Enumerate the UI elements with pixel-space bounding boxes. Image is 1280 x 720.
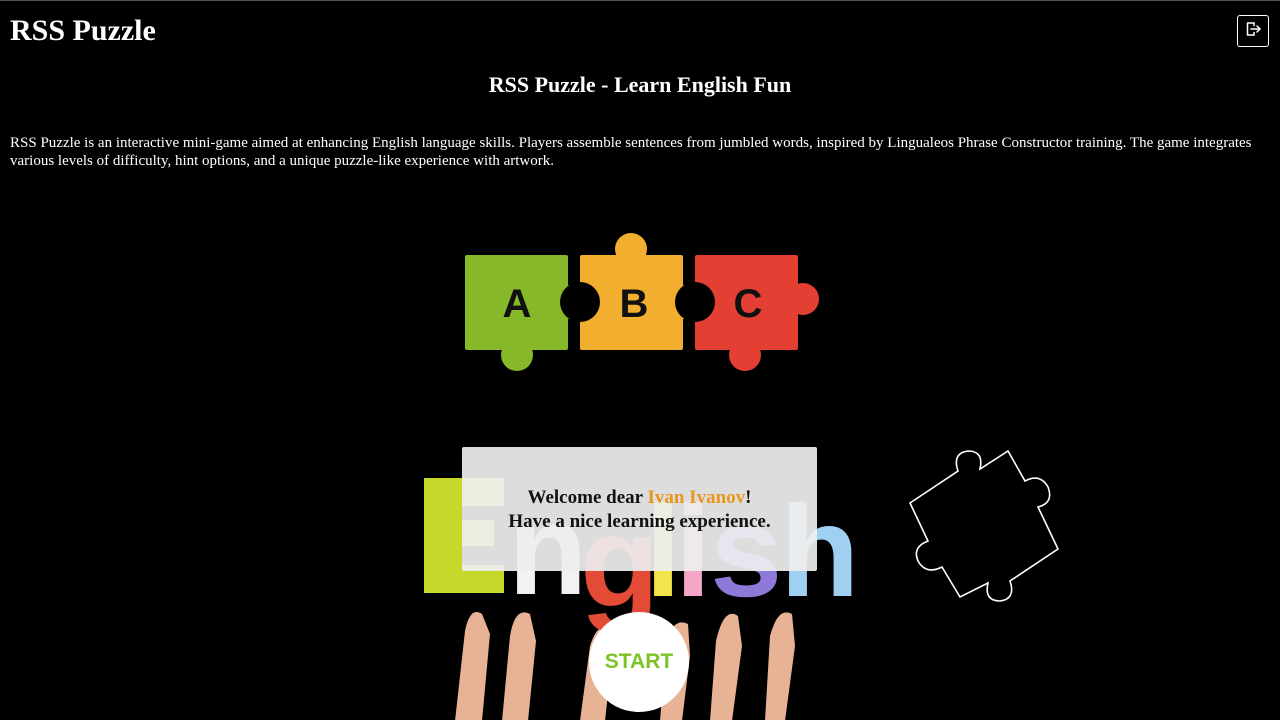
welcome-message: Have a nice learning experience. — [508, 511, 771, 532]
abc-puzzle-logo: A B C — [463, 231, 823, 381]
welcome-greeting: Welcome dear — [527, 487, 648, 508]
app-title: RSS Puzzle — [10, 14, 156, 47]
puzzle-piece-c: C — [675, 255, 819, 371]
welcome-line: Welcome dear Ivan Ivanov! — [462, 486, 817, 510]
logout-icon — [1244, 20, 1262, 43]
puzzle-letter-b: B — [620, 282, 649, 326]
game-description: RSS Puzzle is an interactive mini-game a… — [10, 135, 1252, 169]
start-button[interactable]: START — [589, 612, 689, 712]
welcome-exclamation: ! — [745, 487, 752, 508]
logout-button[interactable] — [1237, 15, 1269, 47]
page: RSS Puzzle RSS Puzzle - Learn English Fu… — [0, 0, 1280, 720]
puzzle-letter-c: C — [734, 282, 763, 326]
welcome-card: Welcome dear Ivan Ivanov! Have a nice le… — [462, 447, 817, 571]
puzzle-outline-icon — [900, 441, 1070, 616]
puzzle-letter-a: A — [503, 282, 532, 326]
page-subtitle: RSS Puzzle - Learn English Fun — [488, 72, 792, 97]
user-name: Ivan Ivanov — [647, 487, 746, 508]
